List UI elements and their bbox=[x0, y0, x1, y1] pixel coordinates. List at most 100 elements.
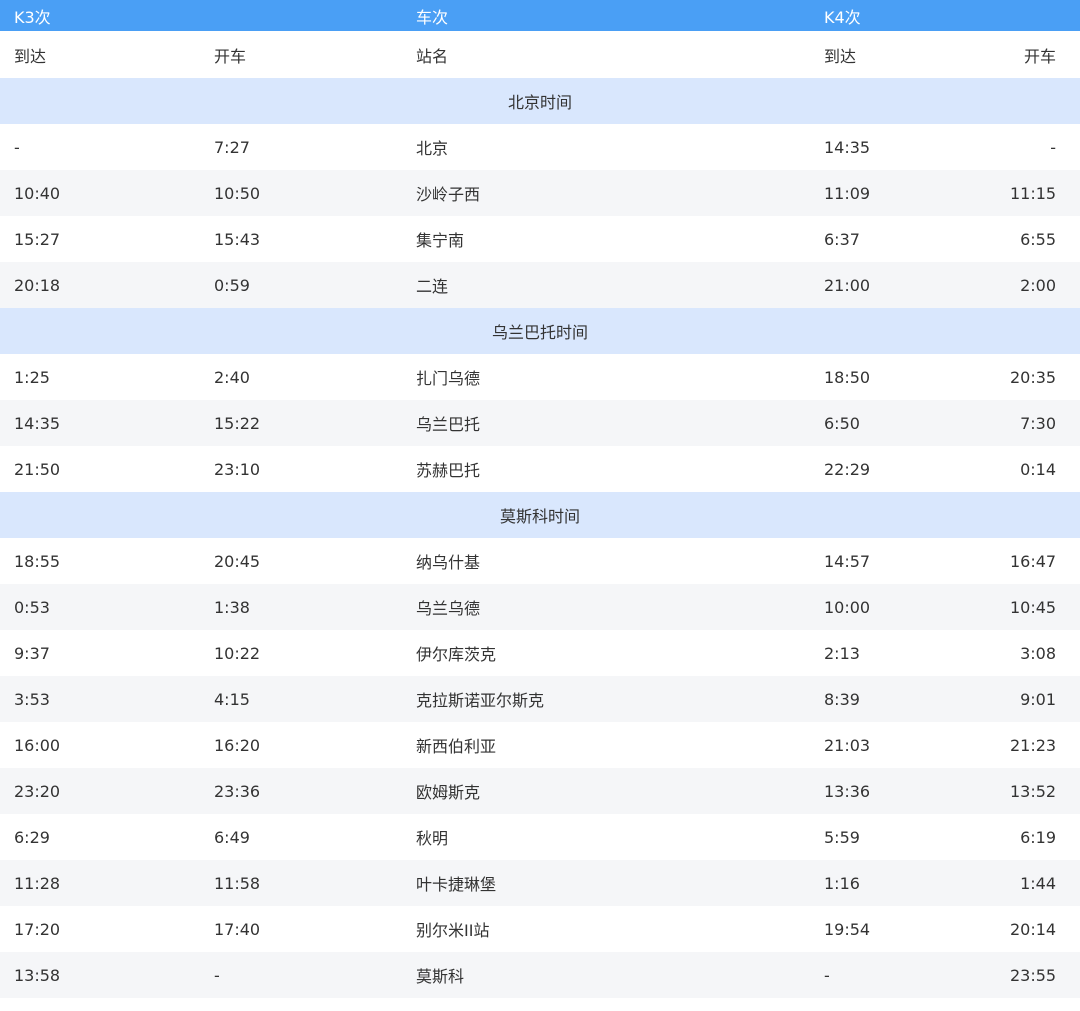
k4-depart-time: 6:55 bbox=[1010, 216, 1080, 262]
k4-arrive-time: 8:39 bbox=[810, 676, 1010, 722]
k3-arrive-time: - bbox=[0, 124, 200, 170]
k3-arrive-time: 1:25 bbox=[0, 354, 200, 400]
timezone-section-title: 乌兰巴托时间 bbox=[0, 308, 1080, 354]
table-row: 14:3515:22乌兰巴托6:507:30 bbox=[0, 400, 1080, 446]
timezone-section-row: 乌兰巴托时间 bbox=[0, 308, 1080, 354]
k3-depart-time: 0:59 bbox=[200, 262, 402, 308]
k3-arrive-time: 15:27 bbox=[0, 216, 200, 262]
k3-arrive-time: 6:29 bbox=[0, 814, 200, 860]
k3-arrive-header: 到达 bbox=[0, 31, 200, 78]
k3-depart-time: 16:20 bbox=[200, 722, 402, 768]
k4-depart-time: 7:30 bbox=[1010, 400, 1080, 446]
column-label-row: 到达 开车 站名 到达 开车 bbox=[0, 31, 1080, 78]
k4-arrive-time: 10:00 bbox=[810, 584, 1010, 630]
k4-depart-time: 11:15 bbox=[1010, 170, 1080, 216]
table-row: 6:296:49秋明5:596:19 bbox=[0, 814, 1080, 860]
k4-arrive-time: - bbox=[810, 952, 1010, 998]
k4-train-label: K4次 bbox=[810, 0, 1010, 31]
k3-arrive-time: 20:18 bbox=[0, 262, 200, 308]
table-row: 13:58-莫斯科-23:55 bbox=[0, 952, 1080, 998]
station-name: 欧姆斯克 bbox=[402, 768, 810, 814]
k4-arrive-time: 11:09 bbox=[810, 170, 1010, 216]
k3-depart-time: 1:38 bbox=[200, 584, 402, 630]
train-column-label: 车次 bbox=[402, 0, 810, 31]
train-number-header: K3次 车次 K4次 bbox=[0, 0, 1080, 31]
table-row: 1:252:40扎门乌德18:5020:35 bbox=[0, 354, 1080, 400]
k3-arrive-time: 0:53 bbox=[0, 584, 200, 630]
k3-arrive-time: 13:58 bbox=[0, 952, 200, 998]
k3-depart-time: 2:40 bbox=[200, 354, 402, 400]
k4-depart-time: 10:45 bbox=[1010, 584, 1080, 630]
timezone-section-title: 北京时间 bbox=[0, 78, 1080, 124]
header-spacer bbox=[1010, 0, 1080, 31]
k3-arrive-time: 9:37 bbox=[0, 630, 200, 676]
k4-arrive-time: 1:16 bbox=[810, 860, 1010, 906]
k3-depart-time: 20:45 bbox=[200, 538, 402, 584]
k3-depart-time: 23:36 bbox=[200, 768, 402, 814]
k4-arrive-time: 14:35 bbox=[810, 124, 1010, 170]
k4-arrive-time: 14:57 bbox=[810, 538, 1010, 584]
k3-arrive-time: 16:00 bbox=[0, 722, 200, 768]
k4-arrive-time: 5:59 bbox=[810, 814, 1010, 860]
k3-depart-time: 17:40 bbox=[200, 906, 402, 952]
k4-depart-time: 16:47 bbox=[1010, 538, 1080, 584]
k4-depart-time: 13:52 bbox=[1010, 768, 1080, 814]
k4-arrive-time: 6:37 bbox=[810, 216, 1010, 262]
k4-depart-time: 6:19 bbox=[1010, 814, 1080, 860]
station-name: 克拉斯诺亚尔斯克 bbox=[402, 676, 810, 722]
k4-depart-time: 1:44 bbox=[1010, 860, 1080, 906]
k4-depart-time: 3:08 bbox=[1010, 630, 1080, 676]
station-name: 北京 bbox=[402, 124, 810, 170]
station-name: 新西伯利亚 bbox=[402, 722, 810, 768]
station-name: 乌兰乌德 bbox=[402, 584, 810, 630]
table-row: 11:2811:58叶卡捷琳堡1:161:44 bbox=[0, 860, 1080, 906]
table-row: 18:5520:45纳乌什基14:5716:47 bbox=[0, 538, 1080, 584]
k4-arrive-time: 22:29 bbox=[810, 446, 1010, 492]
k4-arrive-time: 13:36 bbox=[810, 768, 1010, 814]
timezone-section-row: 莫斯科时间 bbox=[0, 492, 1080, 538]
timetable: K3次 车次 K4次 到达 开车 站名 到达 开车 北京时间-7:27北京14:… bbox=[0, 0, 1080, 998]
k3-arrive-time: 21:50 bbox=[0, 446, 200, 492]
table-row: 3:534:15克拉斯诺亚尔斯克8:399:01 bbox=[0, 676, 1080, 722]
station-name: 沙岭子西 bbox=[402, 170, 810, 216]
station-name: 乌兰巴托 bbox=[402, 400, 810, 446]
k3-depart-time: 10:22 bbox=[200, 630, 402, 676]
k3-arrive-time: 11:28 bbox=[0, 860, 200, 906]
k4-arrive-time: 6:50 bbox=[810, 400, 1010, 446]
k4-depart-time: 20:14 bbox=[1010, 906, 1080, 952]
k4-arrive-header: 到达 bbox=[810, 31, 1010, 78]
station-name: 别尔米II站 bbox=[402, 906, 810, 952]
k3-arrive-time: 23:20 bbox=[0, 768, 200, 814]
timetable-body: 北京时间-7:27北京14:35-10:4010:50沙岭子西11:0911:1… bbox=[0, 78, 1080, 998]
station-header: 站名 bbox=[402, 31, 810, 78]
station-name: 纳乌什基 bbox=[402, 538, 810, 584]
k3-depart-time: 23:10 bbox=[200, 446, 402, 492]
k4-depart-time: 23:55 bbox=[1010, 952, 1080, 998]
k3-depart-time: 15:43 bbox=[200, 216, 402, 262]
station-name: 秋明 bbox=[402, 814, 810, 860]
k4-depart-time: 2:00 bbox=[1010, 262, 1080, 308]
timezone-section-row: 北京时间 bbox=[0, 78, 1080, 124]
k4-depart-time: 21:23 bbox=[1010, 722, 1080, 768]
k4-arrive-time: 2:13 bbox=[810, 630, 1010, 676]
table-row: -7:27北京14:35- bbox=[0, 124, 1080, 170]
table-row: 20:180:59二连21:002:00 bbox=[0, 262, 1080, 308]
station-name: 苏赫巴托 bbox=[402, 446, 810, 492]
k3-arrive-time: 14:35 bbox=[0, 400, 200, 446]
k4-depart-time: 9:01 bbox=[1010, 676, 1080, 722]
k4-depart-time: - bbox=[1010, 124, 1080, 170]
k3-arrive-time: 17:20 bbox=[0, 906, 200, 952]
k4-depart-time: 0:14 bbox=[1010, 446, 1080, 492]
k4-arrive-time: 21:03 bbox=[810, 722, 1010, 768]
k3-depart-time: - bbox=[200, 952, 402, 998]
k3-depart-time: 10:50 bbox=[200, 170, 402, 216]
k3-depart-time: 7:27 bbox=[200, 124, 402, 170]
table-row: 9:3710:22伊尔库茨克2:133:08 bbox=[0, 630, 1080, 676]
k4-arrive-time: 19:54 bbox=[810, 906, 1010, 952]
k3-arrive-time: 3:53 bbox=[0, 676, 200, 722]
k4-arrive-time: 21:00 bbox=[810, 262, 1010, 308]
station-name: 莫斯科 bbox=[402, 952, 810, 998]
station-name: 叶卡捷琳堡 bbox=[402, 860, 810, 906]
k4-arrive-time: 18:50 bbox=[810, 354, 1010, 400]
k3-depart-time: 6:49 bbox=[200, 814, 402, 860]
